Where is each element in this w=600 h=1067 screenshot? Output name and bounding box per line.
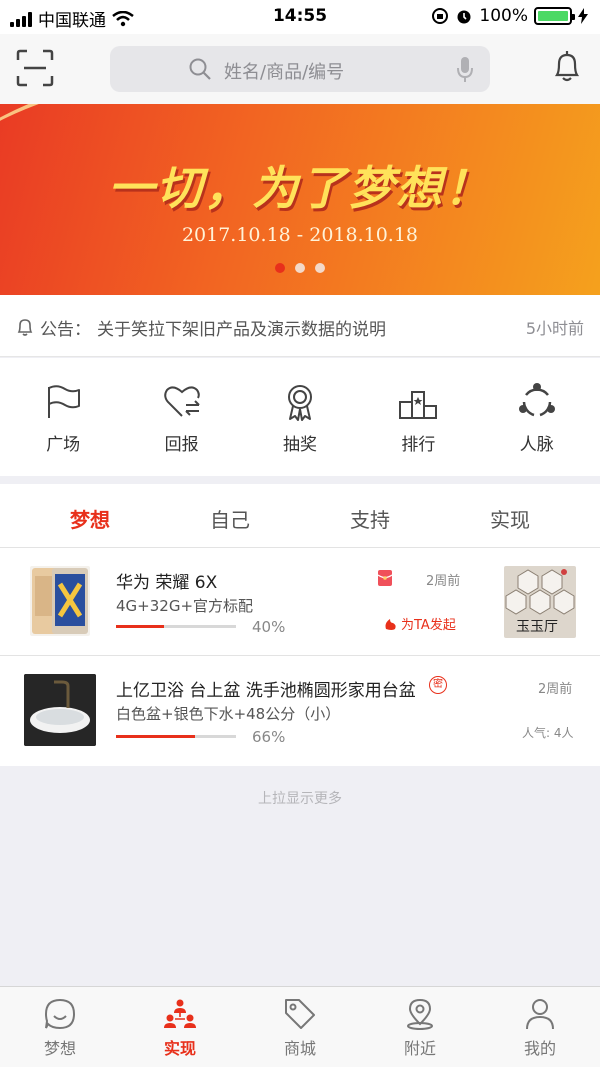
microphone-icon[interactable]	[456, 56, 474, 84]
banner-pagination	[0, 263, 600, 273]
fire-icon	[385, 618, 396, 630]
promo-banner[interactable]: 一切，为了梦想！ 2017.10.18 - 2018.10.18	[0, 104, 600, 295]
progress-bar	[116, 735, 236, 738]
menu-item-connections[interactable]: 人脉	[487, 358, 587, 476]
pagination-dot[interactable]	[295, 263, 305, 273]
tabbar-item-dream[interactable]: 梦想	[0, 987, 120, 1067]
progress-percent: 40%	[252, 618, 286, 636]
list-item[interactable]: 上亿卫浴 台上盆 洗手池椭圆形家用台盆 密 白色盆+银色下水+48公分（小） 6…	[0, 656, 600, 766]
load-more-hint: 上拉显示更多	[258, 791, 342, 807]
tabbar-label: 我的	[523, 1039, 556, 1058]
network-icon	[518, 383, 555, 417]
tabbar-label: 实现	[163, 1039, 196, 1058]
banner-date: 2017.10.18 - 2018.10.18	[181, 224, 419, 246]
podium-icon	[399, 391, 438, 419]
smile-icon	[44, 998, 76, 1030]
tabbar-label: 商城	[283, 1039, 316, 1058]
heart-exchange-icon	[163, 386, 200, 417]
product-thumbnail	[30, 566, 90, 636]
menu-label: 广场	[46, 435, 81, 455]
tabbar-label: 梦想	[43, 1039, 76, 1058]
battery-icon	[534, 7, 575, 25]
menu-label: 人脉	[519, 435, 554, 455]
top-header: 姓名/商品/编号	[0, 34, 600, 104]
progress-fill	[116, 735, 196, 738]
bottom-tab-bar: 梦想 实现 商城 附近 我的	[0, 986, 600, 1067]
award-ribbon-icon	[287, 385, 312, 421]
notice-label: 公告：	[40, 320, 91, 340]
tab-support[interactable]: 支持	[320, 484, 420, 547]
charging-icon	[578, 8, 588, 24]
notice-text[interactable]: 关于笑拉下架旧产品及演示数据的说明	[97, 315, 386, 340]
tabbar-item-nearby[interactable]: 附近	[360, 987, 480, 1067]
banner-title: 一切，为了梦想！	[108, 161, 492, 215]
menu-item-plaza[interactable]: 广场	[13, 358, 113, 476]
user-icon	[526, 999, 554, 1030]
pagination-dot[interactable]	[315, 263, 325, 273]
battery-percent: 100%	[479, 6, 528, 26]
status-bar: 中国联通 14:55 100%	[0, 0, 600, 34]
menu-item-lottery[interactable]: 抽奖	[250, 358, 350, 476]
orientation-lock-icon	[432, 8, 449, 24]
location-icon	[407, 998, 433, 1030]
scan-icon[interactable]	[16, 49, 54, 87]
quick-menu: 广场 回报 抽奖 排行 人脉	[0, 358, 600, 476]
item-title[interactable]: 华为 荣耀 6X	[116, 568, 217, 593]
item-spec: 4G+32G+官方标配	[116, 597, 254, 615]
initiate-for-ta-button[interactable]: 为TA发起	[384, 614, 456, 633]
tab-realize[interactable]: 实现	[460, 484, 560, 547]
product-thumbnail	[24, 674, 96, 746]
dream-list: 华为 荣耀 6X 4G+32G+官方标配 40% 2周前 为TA发起 玉玉厅 上…	[0, 548, 600, 766]
alarm-icon	[457, 10, 471, 24]
item-spec: 白色盆+银色下水+48公分（小）	[116, 705, 341, 723]
list-item[interactable]: 华为 荣耀 6X 4G+32G+官方标配 40% 2周前 为TA发起 玉玉厅	[0, 548, 600, 656]
pagination-dot[interactable]	[275, 263, 285, 273]
team-icon	[164, 999, 196, 1028]
progress-percent: 66%	[252, 728, 286, 746]
notice-bar[interactable]: 公告： 关于笑拉下架旧产品及演示数据的说明 5小时前	[0, 295, 600, 357]
item-time: 2周前	[538, 682, 573, 697]
menu-label: 排行	[401, 435, 436, 455]
progress-bar	[116, 625, 236, 628]
basin-image-icon	[24, 674, 96, 746]
popularity-count: 人气: 4人	[522, 726, 574, 740]
item-title[interactable]: 上亿卫浴 台上盆 洗手池椭圆形家用台盆	[116, 676, 416, 701]
tabbar-item-mall[interactable]: 商城	[240, 987, 360, 1067]
menu-item-reward[interactable]: 回报	[132, 358, 232, 476]
red-packet-icon[interactable]	[378, 570, 392, 586]
menu-label: 回报	[164, 435, 199, 455]
menu-item-ranking[interactable]: 排行	[368, 358, 468, 476]
secret-icon: 密	[429, 676, 447, 694]
search-placeholder: 姓名/商品/编号	[224, 62, 345, 83]
progress-fill	[116, 625, 164, 628]
tab-self[interactable]: 自己	[180, 484, 280, 547]
tabbar-item-mine[interactable]: 我的	[480, 987, 600, 1067]
notice-time: 5小时前	[525, 319, 584, 338]
shop-name: 玉玉厅	[516, 619, 558, 635]
flag-icon	[48, 385, 81, 418]
search-input[interactable]: 姓名/商品/编号	[110, 46, 490, 92]
bell-icon[interactable]	[552, 50, 582, 84]
status-right: 100%	[431, 6, 588, 26]
shop-thumbnail[interactable]: 玉玉厅	[504, 566, 576, 638]
tabbar-item-realize[interactable]: 实现	[120, 987, 240, 1067]
notice-bell-icon	[17, 319, 33, 336]
menu-label: 抽奖	[282, 435, 317, 455]
category-tabs: 梦想 自己 支持 实现	[0, 484, 600, 548]
tabbar-label: 附近	[403, 1039, 436, 1058]
item-time: 2周前	[426, 574, 461, 589]
tab-dream[interactable]: 梦想	[40, 484, 140, 547]
initiate-label: 为TA发起	[401, 618, 456, 633]
phone-image-icon	[32, 568, 88, 634]
tag-icon	[285, 999, 315, 1029]
search-icon	[189, 58, 211, 80]
